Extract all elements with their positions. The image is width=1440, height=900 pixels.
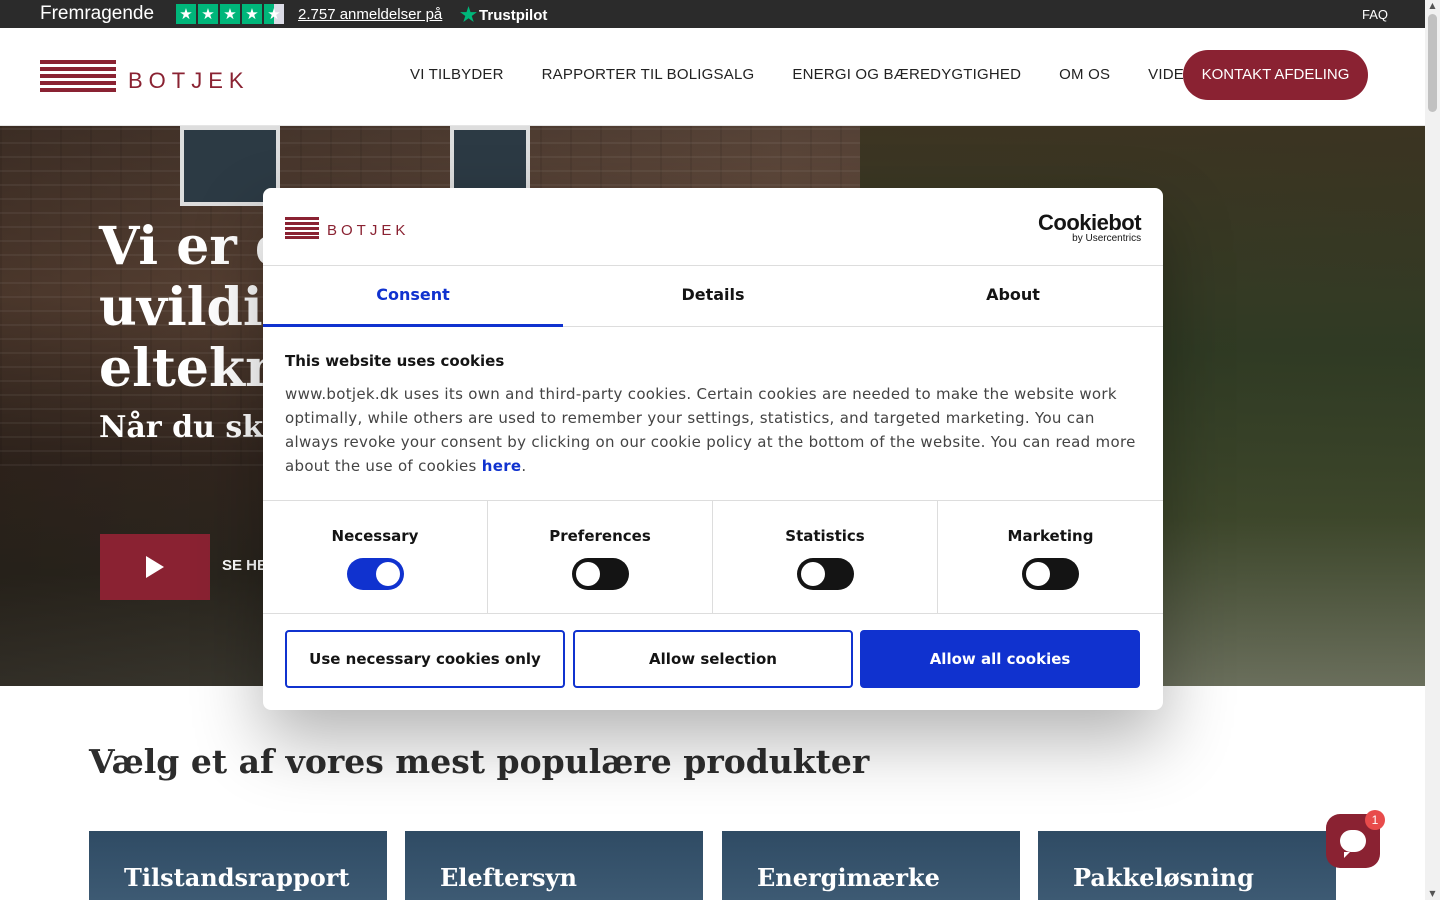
scroll-up-icon[interactable]: ▲ [1427, 1, 1438, 10]
tab-details[interactable]: Details [563, 266, 863, 327]
logo-text: BOTJEK [128, 68, 250, 93]
dialog-description: www.botjek.dk uses its own and third-par… [285, 385, 1136, 475]
cookie-consent-dialog: BOTJEK Cookiebot by Usercentrics Consent… [263, 188, 1163, 710]
dialog-header: BOTJEK Cookiebot by Usercentrics [263, 188, 1163, 266]
trustpilot-stars: ★ ★ ★ ★ ★ [176, 4, 284, 24]
play-video-button[interactable] [100, 534, 210, 600]
toggle-necessary: Necessary [263, 501, 488, 614]
preferences-switch[interactable] [571, 558, 629, 590]
product-card-tilstandsrapport[interactable]: Tilstandsrapport [89, 831, 387, 900]
trustpilot-bar: Fremragende ★ ★ ★ ★ ★ 2.757 anmeldelser … [0, 0, 1425, 28]
toggle-marketing: Marketing [938, 501, 1163, 614]
nav-item-om-os[interactable]: OM OS [1059, 66, 1110, 83]
nav-item-rapporter[interactable]: RAPPORTER TIL BOLIGSALG [542, 66, 755, 83]
hero-window-image [450, 126, 530, 196]
toggle-label-necessary: Necessary [331, 527, 419, 545]
half-star-icon: ★ [264, 4, 284, 24]
trustpilot-logo-text: Trustpilot [479, 7, 548, 24]
necessary-only-button[interactable]: Use necessary cookies only [285, 630, 565, 688]
tab-about[interactable]: About [863, 266, 1163, 327]
main-nav: VI TILBYDER RAPPORTER TIL BOLIGSALG ENER… [410, 66, 1298, 83]
products-heading: Vælg et af vores mest populære produkter [89, 742, 870, 781]
dialog-title: This website uses cookies [285, 352, 505, 370]
nav-item-energi[interactable]: ENERGI OG BÆREDYGTIGHED [792, 66, 1021, 83]
star-icon: ★ [198, 4, 218, 24]
allow-all-button[interactable]: Allow all cookies [860, 630, 1140, 688]
page-scrollbar[interactable]: ▲ ▼ [1425, 0, 1440, 900]
star-icon: ★ [242, 4, 262, 24]
dialog-logo-text: BOTJEK [327, 222, 410, 239]
toggle-preferences: Preferences [488, 501, 713, 614]
scrollbar-thumb[interactable] [1428, 14, 1437, 112]
scroll-down-icon[interactable]: ▼ [1427, 889, 1438, 898]
dialog-tabs: Consent Details About [263, 266, 1163, 327]
marketing-switch[interactable] [1022, 558, 1079, 590]
botjek-logo[interactable]: BOTJEK [40, 58, 250, 94]
trustpilot-logo[interactable]: ★ Trustpilot [460, 4, 547, 27]
consent-toggles: Necessary Preferences Statistics Marketi… [263, 500, 1163, 614]
chat-notification-badge: 1 [1365, 810, 1385, 830]
allow-selection-button[interactable]: Allow selection [573, 630, 853, 688]
product-card-energimaerke[interactable]: Energimærke [722, 831, 1020, 900]
chat-bubble-icon [1340, 830, 1366, 858]
trustpilot-star-icon: ★ [460, 5, 478, 26]
product-card-eleftersyn[interactable]: Eleftersyn [405, 831, 703, 900]
toggle-label-marketing: Marketing [1007, 527, 1094, 545]
star-icon: ★ [220, 4, 240, 24]
trustpilot-rating: Fremragende [40, 3, 155, 24]
statistics-switch[interactable] [796, 558, 854, 590]
contact-department-button[interactable]: KONTAKT AFDELING [1183, 50, 1368, 100]
toggle-label-statistics: Statistics [785, 527, 865, 545]
product-card-pakkeloesning[interactable]: Pakkeløsning [1038, 831, 1336, 900]
toggle-label-preferences: Preferences [549, 527, 651, 545]
play-icon [146, 556, 164, 578]
logo-mark-icon [285, 216, 319, 239]
play-video-label[interactable]: SE HE [222, 557, 267, 574]
faq-link[interactable]: FAQ [1362, 7, 1388, 22]
trustpilot-reviews-link[interactable]: 2.757 anmeldelser på [298, 6, 442, 23]
logo-mark-icon [40, 60, 116, 92]
cookiebot-logo[interactable]: Cookiebot by Usercentrics [1038, 210, 1142, 244]
nav-item-vi-tilbyder[interactable]: VI TILBYDER [410, 66, 504, 83]
site-header: BOTJEK VI TILBYDER RAPPORTER TIL BOLIGSA… [0, 28, 1425, 126]
star-icon: ★ [176, 4, 196, 24]
tab-consent[interactable]: Consent [263, 266, 563, 327]
toggle-statistics: Statistics [713, 501, 938, 614]
necessary-switch[interactable] [346, 558, 404, 590]
cookie-info-link[interactable]: here [482, 457, 522, 475]
hero-subtitle: Når du ska [99, 410, 283, 445]
dialog-botjek-logo: BOTJEK [285, 216, 409, 239]
